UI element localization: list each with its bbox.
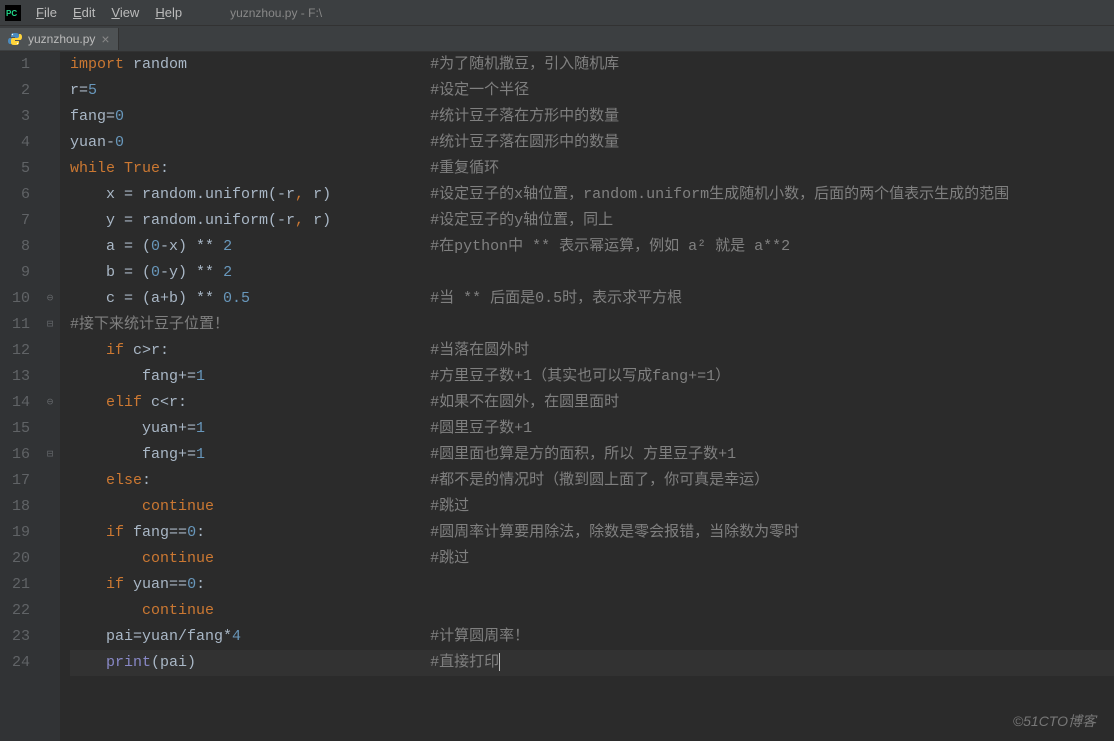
code-line[interactable]: yuan-0 #统计豆子落在圆形中的数量: [70, 130, 1114, 156]
line-number: 19: [0, 520, 30, 546]
code-line[interactable]: a = (0-x) ** 2 #在python中 ** 表示幂运算，例如 a² …: [70, 234, 1114, 260]
svg-text:PC: PC: [6, 9, 17, 18]
fold-marker[interactable]: ⊟: [40, 442, 60, 468]
fold-marker[interactable]: [40, 364, 60, 390]
fold-marker[interactable]: [40, 650, 60, 676]
tab-filename: yuznzhou.py: [28, 32, 95, 46]
line-number: 6: [0, 182, 30, 208]
code-line[interactable]: print(pai) #直接打印: [70, 650, 1114, 676]
window-path: yuznzhou.py - F:\: [230, 6, 322, 20]
code-line[interactable]: pai=yuan/fang*4 #计算圆周率！: [70, 624, 1114, 650]
fold-marker[interactable]: [40, 260, 60, 286]
fold-marker[interactable]: [40, 572, 60, 598]
fold-marker[interactable]: [40, 624, 60, 650]
line-number: 13: [0, 364, 30, 390]
line-number: 15: [0, 416, 30, 442]
line-number: 14: [0, 390, 30, 416]
python-file-icon: [8, 32, 22, 46]
code-line[interactable]: #接下来统计豆子位置！: [70, 312, 1114, 338]
line-number: 11: [0, 312, 30, 338]
line-number: 9: [0, 260, 30, 286]
line-number: 10: [0, 286, 30, 312]
fold-marker[interactable]: [40, 468, 60, 494]
app-icon: PC: [4, 4, 22, 22]
fold-marker[interactable]: [40, 208, 60, 234]
code-line[interactable]: fang+=1 #方里豆子数+1（其实也可以写成fang+=1）: [70, 364, 1114, 390]
line-number: 12: [0, 338, 30, 364]
menubar: File Edit View Help: [28, 3, 190, 22]
code-line[interactable]: c = (a+b) ** 0.5 #当 ** 后面是0.5时，表示求平方根: [70, 286, 1114, 312]
line-number: 20: [0, 546, 30, 572]
menu-view[interactable]: View: [103, 3, 147, 22]
fold-marker[interactable]: [40, 338, 60, 364]
code-line[interactable]: r=5 #设定一个半径: [70, 78, 1114, 104]
code-line[interactable]: continue: [70, 598, 1114, 624]
code-line[interactable]: import random #为了随机撒豆，引入随机库: [70, 52, 1114, 78]
fold-marker[interactable]: [40, 130, 60, 156]
code-line[interactable]: continue #跳过: [70, 494, 1114, 520]
editor-area[interactable]: 123456789101112131415161718192021222324 …: [0, 52, 1114, 741]
fold-marker[interactable]: [40, 598, 60, 624]
menu-edit[interactable]: Edit: [65, 3, 103, 22]
fold-marker[interactable]: [40, 182, 60, 208]
code-line[interactable]: fang=0 #统计豆子落在方形中的数量: [70, 104, 1114, 130]
line-number: 24: [0, 650, 30, 676]
menu-help[interactable]: Help: [147, 3, 190, 22]
line-number: 22: [0, 598, 30, 624]
watermark: ©51CTO博客: [1013, 711, 1096, 731]
line-number: 23: [0, 624, 30, 650]
line-number: 16: [0, 442, 30, 468]
fold-gutter: ⊖⊟⊖⊟: [40, 52, 60, 741]
code-line[interactable]: while True: #重复循环: [70, 156, 1114, 182]
code-content[interactable]: import random #为了随机撒豆，引入随机库r=5 #设定一个半径fa…: [60, 52, 1114, 741]
code-line[interactable]: b = (0-y) ** 2: [70, 260, 1114, 286]
line-number: 3: [0, 104, 30, 130]
code-line[interactable]: elif c<r: #如果不在圆外，在圆里面时: [70, 390, 1114, 416]
line-number: 4: [0, 130, 30, 156]
line-number: 17: [0, 468, 30, 494]
fold-marker[interactable]: [40, 416, 60, 442]
fold-marker[interactable]: [40, 156, 60, 182]
line-number: 1: [0, 52, 30, 78]
fold-marker[interactable]: ⊟: [40, 312, 60, 338]
fold-marker[interactable]: [40, 52, 60, 78]
titlebar: PC File Edit View Help yuznzhou.py - F:\: [0, 0, 1114, 26]
line-number: 7: [0, 208, 30, 234]
line-number: 8: [0, 234, 30, 260]
line-number: 18: [0, 494, 30, 520]
fold-marker[interactable]: ⊖: [40, 390, 60, 416]
fold-marker[interactable]: ⊖: [40, 286, 60, 312]
fold-marker[interactable]: [40, 520, 60, 546]
code-line[interactable]: if c>r: #当落在圆外时: [70, 338, 1114, 364]
code-line[interactable]: fang+=1 #圆里面也算是方的面积，所以 方里豆子数+1: [70, 442, 1114, 468]
code-line[interactable]: x = random.uniform(-r, r) #设定豆子的x轴位置，ran…: [70, 182, 1114, 208]
tabbar: yuznzhou.py ×: [0, 26, 1114, 52]
code-line[interactable]: if fang==0: #圆周率计算要用除法，除数是零会报错，当除数为零时: [70, 520, 1114, 546]
line-number: 2: [0, 78, 30, 104]
fold-marker[interactable]: [40, 234, 60, 260]
code-line[interactable]: else: #都不是的情况时（撒到圆上面了，你可真是幸运）: [70, 468, 1114, 494]
code-line[interactable]: continue #跳过: [70, 546, 1114, 572]
menu-file[interactable]: File: [28, 3, 65, 22]
line-number: 21: [0, 572, 30, 598]
line-number-gutter: 123456789101112131415161718192021222324: [0, 52, 40, 741]
code-line[interactable]: yuan+=1 #圆里豆子数+1: [70, 416, 1114, 442]
fold-marker[interactable]: [40, 494, 60, 520]
fold-marker[interactable]: [40, 78, 60, 104]
editor-tab[interactable]: yuznzhou.py ×: [0, 28, 119, 50]
code-line[interactable]: if yuan==0:: [70, 572, 1114, 598]
close-icon[interactable]: ×: [101, 32, 109, 46]
fold-marker[interactable]: [40, 546, 60, 572]
line-number: 5: [0, 156, 30, 182]
fold-marker[interactable]: [40, 104, 60, 130]
code-line[interactable]: y = random.uniform(-r, r) #设定豆子的y轴位置，同上: [70, 208, 1114, 234]
